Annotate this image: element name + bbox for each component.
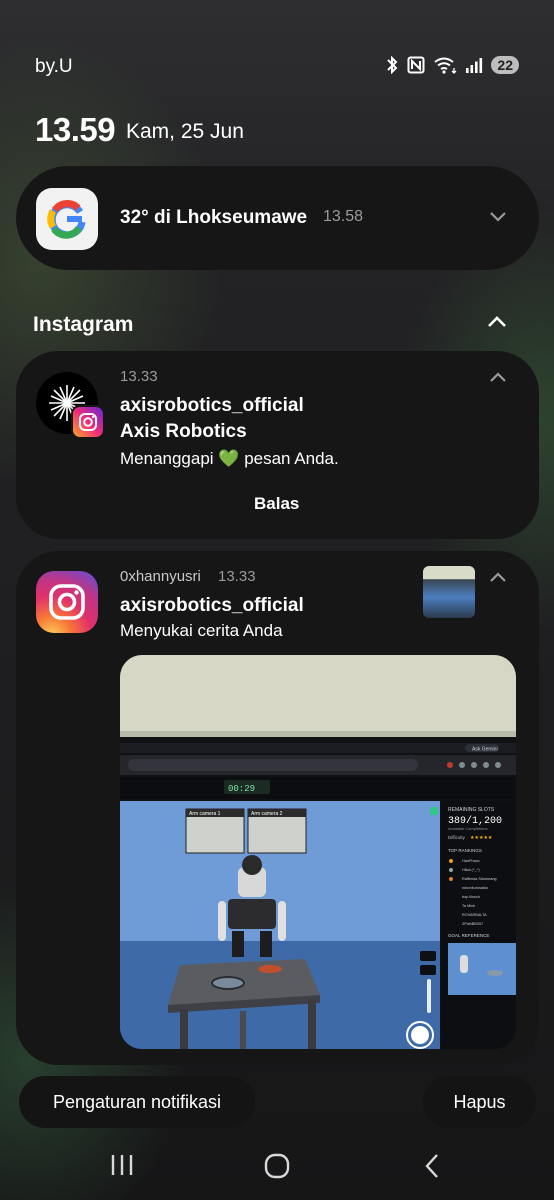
weather-time: 13.58 — [323, 208, 364, 225]
notification-message: Menyukai cerita Anda — [120, 621, 283, 640]
date: Kam, 25 Jun — [126, 120, 244, 143]
notification-name: Axis Robotics — [120, 421, 247, 442]
notification-account: axisrobotics_official — [120, 595, 304, 616]
notification-card[interactable]: 0xhannyusri 13.33 axisrobotics_official … — [16, 551, 539, 1065]
nfc-icon — [407, 56, 425, 74]
notification-user: 0xhannyusri — [120, 568, 201, 585]
ask-gemini-text: Ask Gemini — [472, 747, 498, 753]
chevron-up-icon[interactable] — [486, 314, 508, 330]
recents-icon[interactable] — [110, 1153, 134, 1177]
status-icons: 22 — [385, 56, 519, 74]
story-thumbnail — [423, 566, 475, 618]
camera1-label: Arm camera 1 — [189, 811, 221, 817]
signal-icon — [466, 58, 483, 73]
weather-text: 32° di Lhokseumawe — [120, 207, 308, 228]
ranking-item: Hikal (^_^) — [462, 868, 480, 872]
notification-card[interactable]: 13.33 axisrobotics_official Axis Robotic… — [16, 351, 539, 539]
instagram-badge-icon — [71, 405, 105, 439]
section-title-instagram: Instagram — [33, 313, 134, 336]
ranking-item: ROVARBALTA — [462, 913, 487, 917]
available-completions: Available Completions — [448, 826, 488, 831]
notification-time: 13.33 — [120, 368, 158, 385]
goal-reference-label: GOAL REFERENCE — [448, 933, 489, 938]
chevron-up-icon[interactable] — [488, 570, 508, 584]
ranking-item: Ta Minh — [462, 904, 475, 908]
clear-button[interactable]: Hapus — [423, 1076, 536, 1128]
wifi-icon — [434, 57, 457, 74]
clock: 13.59 — [35, 111, 116, 148]
camera2-label: Arm camera 2 — [251, 811, 283, 817]
home-icon[interactable] — [264, 1153, 290, 1179]
notification-settings-button[interactable]: Pengaturan notifikasi — [19, 1076, 255, 1128]
notification-message: Menanggapi 💚 pesan Anda. — [120, 449, 339, 468]
ranking-item: ZPaNBB057 — [462, 922, 483, 926]
reply-button[interactable]: Balas — [254, 494, 299, 514]
notification-time: 13.33 — [218, 568, 256, 585]
weather-notification[interactable]: 32° di Lhokseumawe 13.58 — [16, 166, 539, 270]
ranking-item: Raffenda Situmeang — [462, 877, 497, 881]
ranking-item: robonkurosakio — [462, 886, 488, 890]
difficulty-label: Difficulty — [448, 835, 466, 840]
instagram-icon — [36, 571, 98, 633]
chevron-up-icon[interactable] — [488, 370, 508, 384]
battery-indicator: 22 — [491, 56, 519, 74]
story-preview-image: Ask Gemini 00:29 Arm camera 1 Arm camera… — [120, 655, 516, 1049]
notification-account: axisrobotics_official — [120, 395, 304, 416]
navigation-bar — [0, 1140, 554, 1190]
timer-text: 00:29 — [228, 784, 255, 794]
top-rankings-label: TOP RANKINGS — [448, 848, 482, 853]
google-icon — [36, 188, 98, 250]
chevron-down-icon[interactable] — [488, 210, 508, 224]
remaining-slots-label: REMAINING SLOTS — [448, 807, 495, 813]
ranking-item: bop illosch — [462, 895, 480, 899]
difficulty-stars: ★★★★★ — [470, 835, 493, 841]
bluetooth-icon — [387, 56, 398, 74]
carrier-name: by.U — [35, 56, 73, 77]
back-icon[interactable] — [422, 1153, 442, 1179]
ranking-item: HaoPhaoc — [462, 859, 480, 863]
